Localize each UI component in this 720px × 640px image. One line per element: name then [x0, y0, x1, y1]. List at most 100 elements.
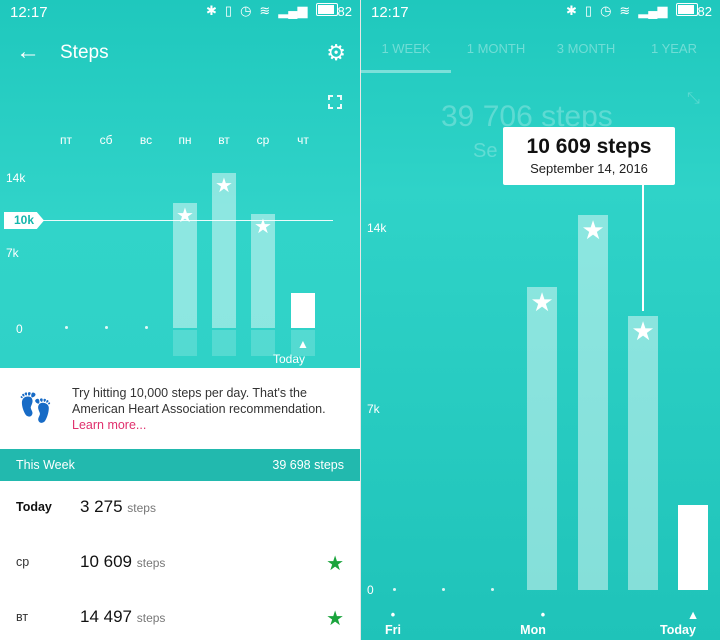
star-icon: ★: [581, 215, 605, 246]
empty-day-dot: [442, 588, 445, 591]
tab-1-month[interactable]: 1 MONTH: [451, 41, 541, 56]
ghost-date: Se: [473, 140, 498, 162]
bar-reflection: [212, 330, 236, 356]
battery-icon: [675, 3, 698, 16]
y-tick-0: 0: [367, 583, 374, 597]
tab-1-year[interactable]: 1 YEAR: [629, 41, 719, 56]
chart-bar[interactable]: ★: [578, 215, 608, 590]
bar-reflection: [291, 330, 315, 356]
row-unit: steps: [136, 556, 166, 570]
back-arrow-icon[interactable]: ←: [16, 38, 40, 66]
bluetooth-icon: ✱: [206, 3, 217, 18]
bar-tooltip: 10 609 steps September 14, 2016: [503, 127, 675, 185]
tip-text: Try hitting 10,000 steps per day. That's…: [72, 386, 326, 416]
x-label-fri: Fri: [385, 623, 401, 637]
row-day: ср: [16, 555, 30, 569]
day-label: вт: [218, 133, 230, 147]
day-label: чт: [297, 133, 309, 147]
footprints-icon: 👣: [18, 392, 53, 423]
battery-level: 82: [337, 4, 352, 19]
y-tick-7k: 7k: [367, 402, 380, 416]
goal-label: 10k: [4, 212, 44, 229]
left-screen: 12:17 ✱ ▯ ◷ ≋ ▂▄▆ 82 ← Steps ⚙ 14k 7k 0 …: [0, 0, 360, 640]
alarm-icon: ◷: [240, 3, 252, 18]
day-label: ср: [256, 133, 270, 147]
empty-day-dot: [393, 588, 396, 591]
row-steps: 14 497: [80, 607, 132, 626]
page-title: Steps: [60, 42, 109, 63]
week-label: This Week: [16, 458, 75, 472]
y-tick-0: 0: [16, 322, 23, 336]
list-item[interactable]: вт 14 497 steps ★: [0, 591, 360, 640]
row-steps: 10 609: [80, 552, 132, 571]
day-label: вс: [139, 133, 153, 147]
battery-icon: [315, 3, 338, 16]
y-tick-7k: 7k: [6, 246, 19, 260]
x-label-today: Today: [660, 623, 696, 637]
row-unit: steps: [127, 501, 156, 515]
chart-bar[interactable]: ★: [173, 202, 197, 328]
chart-bar[interactable]: [291, 292, 315, 328]
collapse-icon[interactable]: ⤡: [687, 90, 700, 108]
row-unit: steps: [136, 611, 166, 625]
status-time: 12:17: [10, 4, 48, 21]
x-dot-mon: •: [540, 608, 546, 622]
tab-3-month[interactable]: 3 MONTH: [541, 41, 631, 56]
tooltip-value: 10 609 steps: [526, 135, 652, 158]
range-tabs: 1 WEEK 1 MONTH 3 MONTH 1 YEAR: [361, 30, 720, 73]
empty-day-dot: [105, 326, 108, 329]
wifi-icon: ≋: [619, 3, 631, 18]
tab-1-week[interactable]: 1 WEEK: [361, 41, 451, 56]
day-label: сб: [99, 133, 113, 147]
wifi-icon: ≋: [259, 3, 271, 18]
chart-bar[interactable]: ★: [527, 287, 557, 590]
signal-icon: ▂▄▆: [278, 3, 308, 18]
star-icon: ★: [176, 204, 194, 227]
x-label-mon: Mon: [520, 623, 546, 637]
app-bar: ← Steps ⚙: [0, 30, 360, 78]
active-tab-indicator: [361, 70, 451, 73]
gear-icon[interactable]: ⚙: [326, 40, 346, 66]
signal-icon: ▂▄▆: [638, 3, 668, 18]
star-icon: ★: [215, 174, 233, 197]
right-screen: 12:17 ✱ ▯ ◷ ≋ ▂▄▆ 82 1 WEEK 1 MONTH 3 MO…: [361, 0, 720, 640]
battery-level: 82: [697, 4, 712, 19]
day-label: пн: [178, 133, 192, 147]
chart-bar[interactable]: ★: [628, 315, 658, 590]
list-item[interactable]: Today 3 275 steps: [0, 481, 360, 537]
chart-bar[interactable]: ★: [212, 172, 236, 328]
y-tick-14k: 14k: [6, 171, 26, 185]
bar-reflection: [173, 330, 197, 356]
status-bar: 12:17 ✱ ▯ ◷ ≋ ▂▄▆ 82: [0, 0, 360, 26]
expand-icon[interactable]: [327, 94, 343, 110]
learn-more-link[interactable]: Learn more...: [72, 418, 146, 432]
star-icon: ★: [326, 608, 344, 630]
alarm-icon: ◷: [600, 3, 612, 18]
row-steps: 3 275: [80, 497, 123, 516]
empty-day-dot: [65, 326, 68, 329]
tooltip-connector: [642, 185, 644, 311]
star-icon: ★: [326, 553, 344, 575]
y-tick-14k: 14k: [367, 221, 387, 235]
today-marker: ▲: [686, 608, 700, 622]
empty-day-dot: [145, 326, 148, 329]
chart-bar[interactable]: ★: [251, 214, 275, 328]
star-icon: ★: [530, 287, 554, 318]
bar-reflection: [251, 330, 275, 356]
star-icon: ★: [631, 315, 655, 346]
star-icon: ★: [254, 216, 272, 239]
day-label: пт: [60, 133, 72, 147]
vibrate-icon: ▯: [224, 3, 233, 18]
week-summary-header: This Week 39 698 steps: [0, 449, 360, 481]
status-time: 12:17: [371, 4, 409, 21]
chart-bar[interactable]: [678, 505, 708, 590]
empty-day-dot: [491, 588, 494, 591]
row-day: Today: [16, 500, 52, 514]
list-item[interactable]: ср 10 609 steps ★: [0, 536, 360, 592]
status-bar: 12:17 ✱ ▯ ◷ ≋ ▂▄▆ 82: [361, 0, 720, 26]
tooltip-date: September 14, 2016: [530, 161, 648, 176]
bluetooth-icon: ✱: [566, 3, 577, 18]
week-total: 39 698 steps: [272, 458, 344, 472]
x-dot-fri: •: [390, 608, 396, 622]
row-day: вт: [16, 610, 29, 624]
